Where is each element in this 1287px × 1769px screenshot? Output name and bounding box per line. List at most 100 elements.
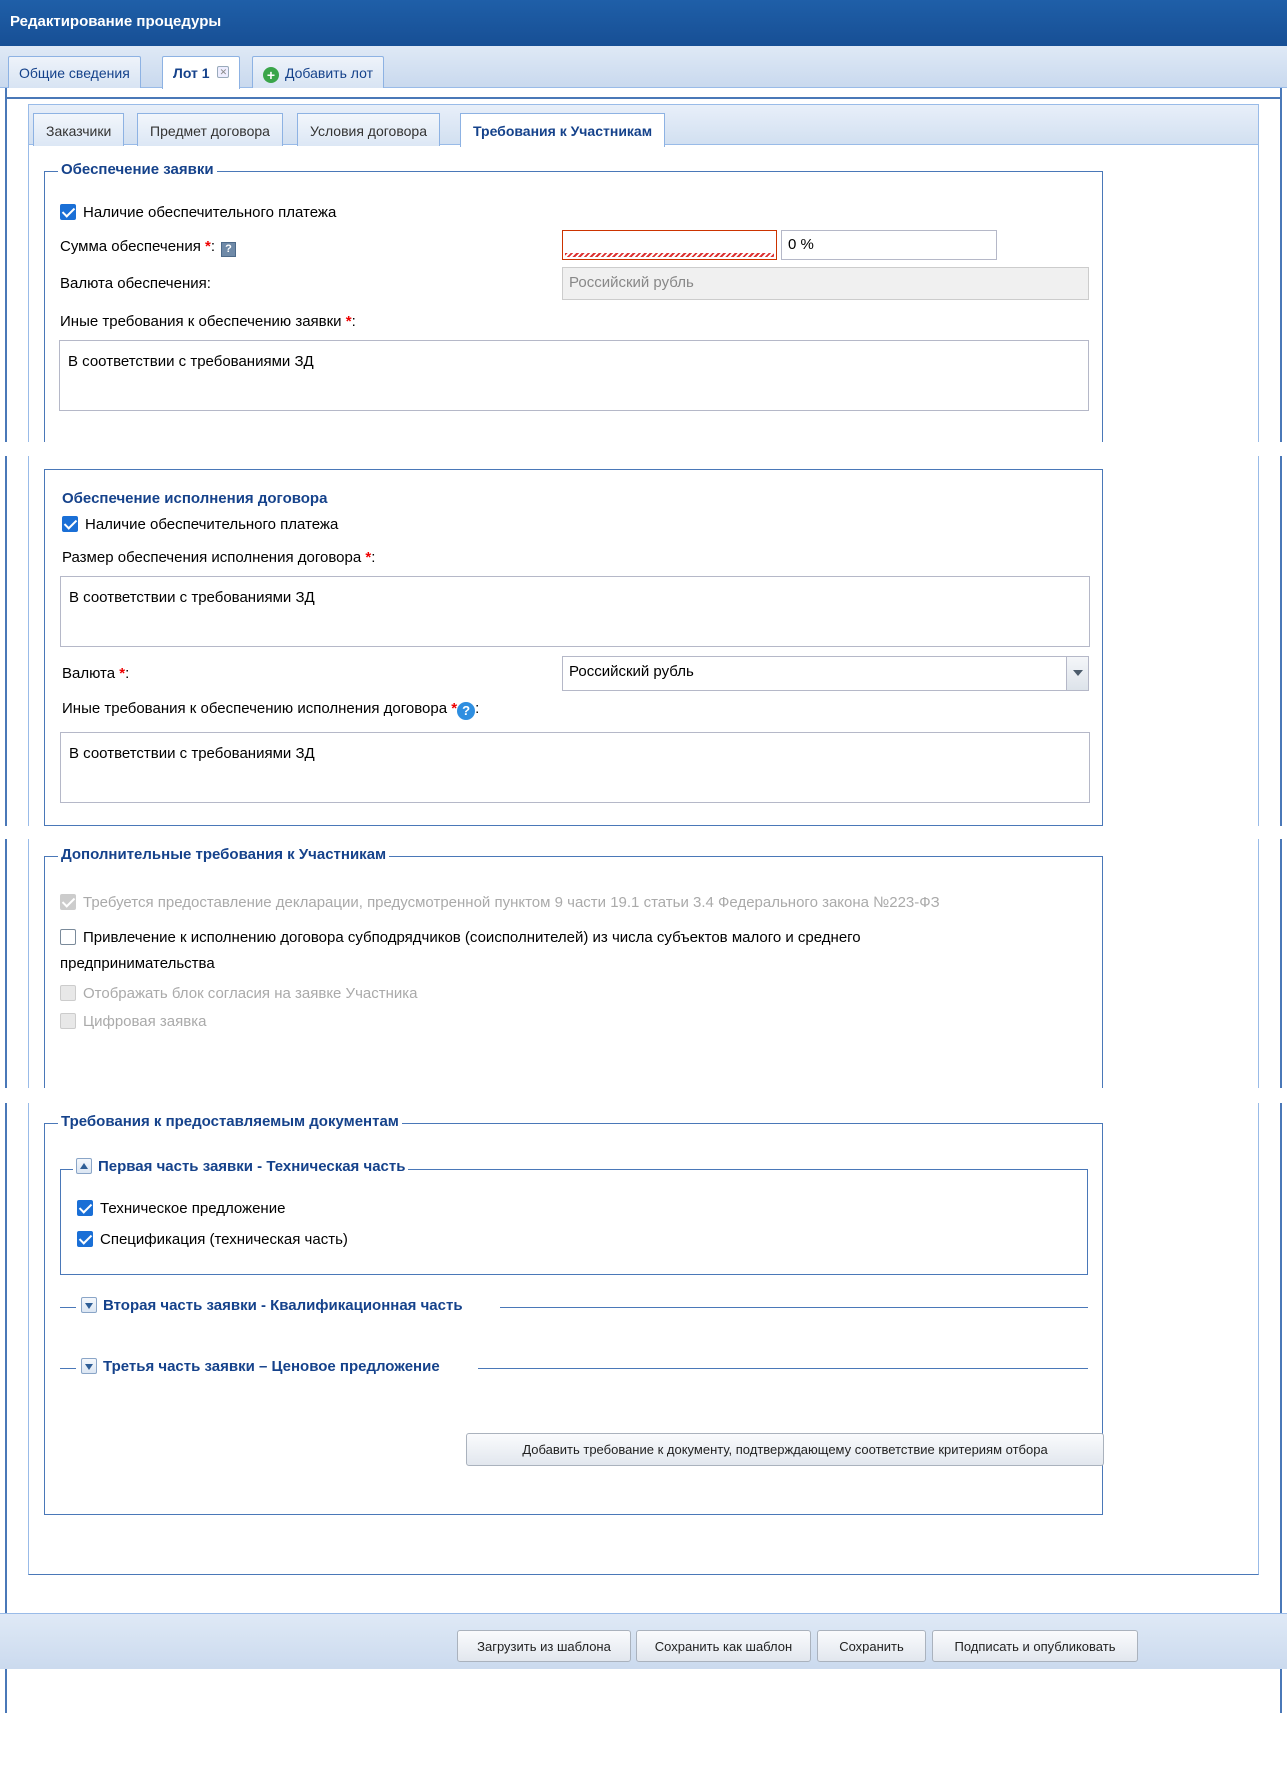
tab-label: Добавить лот <box>285 65 373 81</box>
segment-bid-security: Редактирование процедуры Общие сведения … <box>0 0 1287 442</box>
part1-fieldset <box>60 1169 1088 1275</box>
tab-lot-1[interactable]: Лот 1 ✕ <box>162 56 241 89</box>
declaration-checkbox <box>60 894 76 910</box>
part3-line-right <box>478 1368 1088 1369</box>
consent-checkbox-row: Отображать блок согласия на заявке Участ… <box>60 985 418 1002</box>
part-title: Третья часть заявки – Ценовое предложени… <box>103 1358 440 1375</box>
part2-line-left <box>60 1307 76 1308</box>
field-label: Иные требования к обеспечению заявки <box>60 313 342 330</box>
textarea-value: В соответствии с требованиями ЗД <box>69 745 315 762</box>
bid-payment-checkbox[interactable] <box>60 204 76 220</box>
additional-fieldset <box>44 856 1103 1088</box>
declaration-checkbox-row: Требуется предоставление декларации, пре… <box>60 894 940 911</box>
collapse-icon[interactable] <box>76 1158 92 1174</box>
part3-legend[interactable]: Третья часть заявки – Ценовое предложени… <box>78 1358 443 1375</box>
sign-publish-button[interactable]: Подписать и опубликовать <box>932 1630 1138 1662</box>
subtab-label: Условия договора <box>310 123 427 139</box>
contract-currency-label: Валюта *: <box>62 665 130 682</box>
load-template-button[interactable]: Загрузить из шаблона <box>457 1630 631 1662</box>
save-button[interactable]: Сохранить <box>817 1630 926 1662</box>
add-icon: + <box>263 67 279 83</box>
input-value: Российский рубль <box>569 274 694 291</box>
field-label: Размер обеспечения исполнения договора <box>62 549 362 566</box>
chevron-down-icon[interactable] <box>1066 657 1088 690</box>
required-mark: * <box>345 313 352 330</box>
top-tab-strip: Общие сведения Лот 1 ✕ + Добавить лот <box>0 46 1287 89</box>
doc-item-row[interactable]: Спецификация (техническая часть) <box>77 1231 348 1248</box>
subtab-customers[interactable]: Заказчики <box>33 113 125 146</box>
subcontractors-checkbox-row[interactable]: Привлечение к исполнению договора субпод… <box>60 929 861 946</box>
doc-item-row[interactable]: Техническое предложение <box>77 1200 285 1217</box>
expand-icon[interactable] <box>81 1297 97 1313</box>
help-icon[interactable]: ? <box>221 242 237 257</box>
contract-other-textarea[interactable]: В соответствии с требованиями ЗД <box>60 732 1090 803</box>
documents-legend: Требования к предоставляемым документам <box>58 1113 402 1130</box>
part3-line-left <box>60 1368 76 1369</box>
subcontractors-checkbox[interactable] <box>60 929 76 945</box>
contract-currency-select[interactable]: Российский рубль <box>562 656 1089 691</box>
digital-bid-checkbox-row: Цифровая заявка <box>60 1013 206 1030</box>
tab-label: Лот 1 <box>173 65 210 81</box>
required-mark: * <box>365 549 372 566</box>
footer-toolbar: Загрузить из шаблона Сохранить как шабло… <box>0 1613 1287 1669</box>
subtab-participant-requirements[interactable]: Требования к Участникам <box>460 113 666 147</box>
expand-icon[interactable] <box>81 1358 97 1374</box>
checkbox-label: Привлечение к исполнению договора субпод… <box>83 929 861 946</box>
bid-amount-input[interactable] <box>562 230 777 260</box>
invalid-underline <box>565 253 774 257</box>
segment-documents: Требования к предоставляемым документам … <box>0 1103 1287 1769</box>
field-label: Сумма обеспечения <box>60 238 201 255</box>
bid-security-legend: Обеспечение заявки <box>58 161 217 178</box>
required-mark: * <box>119 665 126 682</box>
select-value: Российский рубль <box>569 663 694 680</box>
add-document-requirement-button[interactable]: Добавить требование к документу, подтвер… <box>466 1433 1104 1466</box>
part-title: Вторая часть заявки - Квалификационная ч… <box>103 1297 463 1314</box>
checkbox-label: Цифровая заявка <box>83 1013 207 1030</box>
contract-size-textarea[interactable]: В соответствии с требованиями ЗД <box>60 576 1090 647</box>
field-label: Иные требования к обеспечению исполнения… <box>62 700 448 717</box>
textarea-value: В соответствии с требованиями ЗД <box>68 353 314 370</box>
digital-bid-checkbox <box>60 1013 76 1029</box>
subcontractors-label-line2: предпринимательства <box>60 955 215 972</box>
bid-other-label: Иные требования к обеспечению заявки *: <box>60 313 356 330</box>
save-template-button[interactable]: Сохранить как шаблон <box>636 1630 811 1662</box>
help-icon[interactable]: ? <box>457 702 476 720</box>
bid-payment-checkbox-row[interactable]: Наличие обеспечительного платежа <box>60 204 336 221</box>
segment-additional-requirements: Дополнительные требования к Участникам Т… <box>0 839 1287 1088</box>
additional-legend: Дополнительные требования к Участникам <box>58 846 390 863</box>
subtab-contract-terms[interactable]: Условия договора <box>297 113 440 146</box>
lot-panel-top-border <box>5 97 1282 99</box>
subtab-contract-subject[interactable]: Предмет договора <box>137 113 283 146</box>
tab-label: Общие сведения <box>19 65 130 81</box>
checkbox-label: Техническое предложение <box>100 1200 286 1217</box>
consent-checkbox <box>60 985 76 1001</box>
tab-general-info[interactable]: Общие сведения <box>8 56 141 88</box>
required-mark: * <box>205 238 211 255</box>
close-icon[interactable]: ✕ <box>217 66 230 78</box>
segment-contract-security: Обеспечение исполнения договора Наличие … <box>0 456 1287 826</box>
bid-currency-label: Валюта обеспечения: <box>60 275 211 292</box>
part2-legend[interactable]: Вторая часть заявки - Квалификационная ч… <box>78 1297 466 1314</box>
technical-proposal-checkbox[interactable] <box>77 1200 93 1216</box>
checkbox-label: Наличие обеспечительного платежа <box>85 516 339 533</box>
tab-add-lot[interactable]: + Добавить лот <box>252 56 384 88</box>
subtab-label: Заказчики <box>46 123 112 139</box>
specification-checkbox[interactable] <box>77 1231 93 1247</box>
checkbox-label: Наличие обеспечительного платежа <box>83 204 337 221</box>
checkbox-label: Требуется предоставление декларации, пре… <box>83 894 940 911</box>
sub-tab-strip: Заказчики Предмет договора Условия догов… <box>28 104 1259 147</box>
part1-legend[interactable]: Первая часть заявки - Техническая часть <box>73 1158 409 1175</box>
fieldset-bottom-line <box>44 825 1103 826</box>
window-title: Редактирование процедуры <box>0 0 1287 46</box>
contract-payment-checkbox[interactable] <box>62 516 78 532</box>
part-title: Первая часть заявки - Техническая часть <box>98 1158 406 1175</box>
bid-other-textarea[interactable]: В соответствии с требованиями ЗД <box>59 340 1089 411</box>
subtab-label: Предмет договора <box>150 123 270 139</box>
checkbox-label: Спецификация (техническая часть) <box>100 1231 348 1248</box>
bid-amount-label: Сумма обеспечения *:? <box>60 238 237 257</box>
textarea-value: В соответствии с требованиями ЗД <box>69 589 315 606</box>
bid-percent-input[interactable]: 0 % <box>781 230 997 260</box>
contract-payment-checkbox-row[interactable]: Наличие обеспечительного платежа <box>62 516 338 533</box>
bid-currency-field: Российский рубль <box>562 267 1089 300</box>
contract-other-label: Иные требования к обеспечению исполнения… <box>62 700 480 720</box>
